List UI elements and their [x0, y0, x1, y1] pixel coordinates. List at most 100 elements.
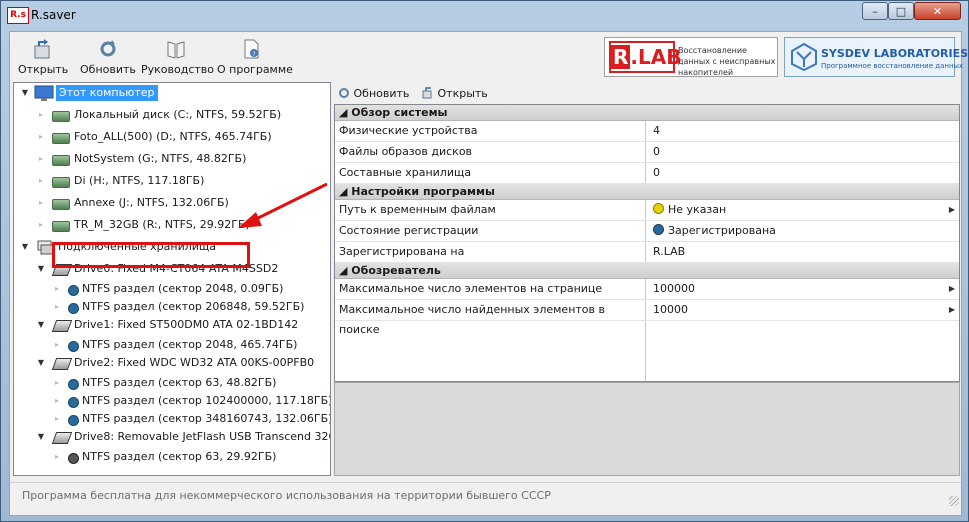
- properties-refresh-button[interactable]: Обновить: [338, 85, 409, 103]
- property-row[interactable]: Зарегистрирована на R.LAB: [335, 242, 959, 263]
- device-tree[interactable]: ▼ Этот компьютер ▸ Локальный диск (C:, N…: [13, 82, 331, 476]
- expand-arrow-icon: ▸: [38, 198, 43, 207]
- tree-item-disk-h[interactable]: ▸ Di (H:, NTFS, 117.18ГБ): [14, 171, 330, 191]
- property-row[interactable]: Максимальное число найденных элементов в…: [335, 300, 959, 336]
- tree-item-disk-r[interactable]: ▸ TR_M_32GB (R:, NTFS, 29.92ГБ): [14, 215, 330, 235]
- tree-item-drive2[interactable]: ▼ Drive2: Fixed WDC WD32 ATA 00KS-00PFB0: [14, 353, 330, 373]
- tree-item-disk-j[interactable]: ▸ Annexe (J:, NTFS, 132.06ГБ): [14, 193, 330, 213]
- hard-disk-icon: [52, 177, 70, 188]
- refresh-label: Обновить: [80, 63, 136, 76]
- partition-icon: [68, 341, 79, 352]
- partition-icon: [68, 303, 79, 314]
- registered-status-icon: [653, 224, 664, 235]
- expand-arrow-icon[interactable]: ▼: [36, 315, 46, 335]
- property-value[interactable]: 100000: [649, 279, 949, 299]
- property-row[interactable]: Файлы образов дисков 0: [335, 142, 959, 163]
- resize-grip-icon[interactable]: [949, 496, 959, 506]
- tree-item-drive1[interactable]: ▼ Drive1: Fixed ST500DM0 ATA 02-1BD142: [14, 315, 330, 335]
- minimize-button[interactable]: –: [862, 2, 888, 20]
- open-icon: [422, 87, 432, 99]
- tree-item-label: NTFS раздел (сектор 102400000, 117.18ГБ): [82, 394, 331, 407]
- close-button[interactable]: ✕: [914, 2, 961, 20]
- svg-text:?: ?: [252, 51, 255, 58]
- property-grid[interactable]: ◢ Обзор системы Физические устройства 4 …: [334, 104, 960, 382]
- tree-item-label: NTFS раздел (сектор 63, 29.92ГБ): [82, 450, 277, 463]
- sysdev-logo[interactable]: SYSDEV LABORATORIES Программное восстано…: [784, 37, 968, 77]
- maximize-button[interactable]: □: [888, 2, 914, 20]
- tree-item-label: Drive1: Fixed ST500DM0 ATA 02-1BD142: [74, 318, 299, 331]
- collapse-arrow-icon[interactable]: ◢: [339, 106, 351, 119]
- property-row[interactable]: Физические устройства 4: [335, 121, 959, 142]
- property-row[interactable]: Составные хранилища 0: [335, 163, 959, 184]
- about-label: О программе: [217, 63, 293, 76]
- computer-icon: [34, 85, 54, 101]
- expand-arrow-icon: ▸: [54, 452, 59, 461]
- app-icon: R.s: [7, 7, 29, 24]
- expand-arrow-icon[interactable]: ▶: [949, 300, 955, 320]
- tree-item-disk-c[interactable]: ▸ Локальный диск (C:, NTFS, 59.52ГБ): [14, 105, 330, 125]
- tree-item-partition[interactable]: ▸ NTFS раздел (сектор 2048, 0.09ГБ): [14, 279, 330, 299]
- expand-arrow-icon[interactable]: ▼: [20, 83, 30, 103]
- drive-icon: [51, 432, 73, 444]
- tree-item-disk-g[interactable]: ▸ NotSystem (G:, NTFS, 48.82ГБ): [14, 149, 330, 169]
- rlab-logo[interactable]: R .LAB Восстановление данных с неисправны…: [604, 37, 778, 77]
- tree-item-partition[interactable]: ▸ NTFS раздел (сектор 206848, 59.52ГБ): [14, 297, 330, 317]
- properties-open-button[interactable]: Открыть: [422, 85, 488, 103]
- expand-arrow-icon[interactable]: ▼: [36, 427, 46, 447]
- property-row[interactable]: Максимальное число элементов на странице…: [335, 279, 959, 300]
- property-value[interactable]: 10000: [649, 300, 949, 320]
- expand-arrow-icon[interactable]: ▶: [949, 279, 955, 299]
- property-value[interactable]: Не указан: [649, 200, 949, 220]
- window-title: R.saver: [31, 8, 76, 22]
- category-title: Обзор системы: [351, 106, 448, 119]
- open-icon: [34, 39, 50, 59]
- property-value-text: Зарегистрирована: [668, 224, 776, 237]
- hard-disk-icon: [52, 133, 70, 144]
- category-explorer[interactable]: ◢ Обозреватель: [335, 263, 959, 279]
- refresh-button[interactable]: Обновить: [80, 38, 136, 78]
- refresh-icon: [100, 40, 115, 57]
- expand-arrow-icon[interactable]: ▶: [949, 200, 955, 220]
- title-bar[interactable]: R.s R.saver – □ ✕: [1, 1, 968, 29]
- expand-arrow-icon[interactable]: ▼: [36, 259, 46, 279]
- collapse-arrow-icon[interactable]: ◢: [339, 264, 351, 277]
- tree-item-label: Drive2: Fixed WDC WD32 ATA 00KS-00PFB0: [74, 356, 315, 369]
- book-icon: [167, 41, 185, 59]
- open-button[interactable]: Открыть: [18, 38, 68, 78]
- tree-item-partition[interactable]: ▸ NTFS раздел (сектор 348160743, 132.06Г…: [14, 409, 330, 429]
- tree-item-label: Drive8: Removable JetFlash USB Transcend…: [74, 430, 331, 443]
- property-value: R.LAB: [653, 245, 686, 258]
- client-area: Открыть Обновить Руководство ? О програм…: [9, 31, 968, 516]
- expand-arrow-icon[interactable]: ▼: [20, 237, 30, 257]
- rlab-mark: R .LAB: [609, 41, 681, 73]
- expand-arrow-icon: ▸: [38, 154, 43, 163]
- expand-arrow-icon[interactable]: ▼: [36, 353, 46, 373]
- tree-item-label: TR_M_32GB (R:, NTFS, 29.92ГБ): [74, 218, 250, 231]
- tree-item-computer[interactable]: ▼ Этот компьютер: [14, 83, 330, 103]
- tree-item-label: Annexe (J:, NTFS, 132.06ГБ): [74, 196, 229, 209]
- tree-item-drive8[interactable]: ▼ Drive8: Removable JetFlash USB Transce…: [14, 427, 330, 447]
- tree-item-partition[interactable]: ▸ NTFS раздел (сектор 2048, 465.74ГБ): [14, 335, 330, 355]
- property-value: 0: [653, 145, 660, 158]
- collapse-arrow-icon[interactable]: ◢: [339, 185, 351, 198]
- tree-item-partition[interactable]: ▸ NTFS раздел (сектор 102400000, 117.18Г…: [14, 391, 330, 411]
- property-name: Файлы образов дисков: [339, 145, 473, 158]
- category-overview[interactable]: ◢ Обзор системы: [335, 105, 959, 121]
- property-row[interactable]: Состояние регистрации Зарегистрирована: [335, 221, 959, 242]
- tree-item-label: NTFS раздел (сектор 206848, 59.52ГБ): [82, 300, 305, 313]
- tree-item-label: NTFS раздел (сектор 63, 48.82ГБ): [82, 376, 277, 389]
- hard-disk-icon: [52, 155, 70, 166]
- tree-item-label: NTFS раздел (сектор 348160743, 132.06ГБ): [82, 412, 331, 425]
- open-label: Открыть: [18, 63, 69, 76]
- category-settings[interactable]: ◢ Настройки программы: [335, 184, 959, 200]
- about-button[interactable]: ? О программе: [217, 38, 293, 78]
- tree-item-partition[interactable]: ▸ NTFS раздел (сектор 63, 48.82ГБ): [14, 373, 330, 393]
- expand-arrow-icon: ▸: [54, 284, 59, 293]
- category-label: ◢ Обзор системы: [335, 105, 645, 120]
- tree-item-disk-d[interactable]: ▸ Foto_ALL(500) (D:, NTFS, 465.74ГБ): [14, 127, 330, 147]
- expand-arrow-icon: ▸: [38, 176, 43, 185]
- property-row[interactable]: Путь к временным файлам Не указан ▶: [335, 200, 959, 221]
- properties-open-label: Открыть: [437, 87, 488, 100]
- manual-button[interactable]: Руководство: [141, 38, 214, 78]
- tree-item-partition[interactable]: ▸ NTFS раздел (сектор 63, 29.92ГБ): [14, 447, 330, 467]
